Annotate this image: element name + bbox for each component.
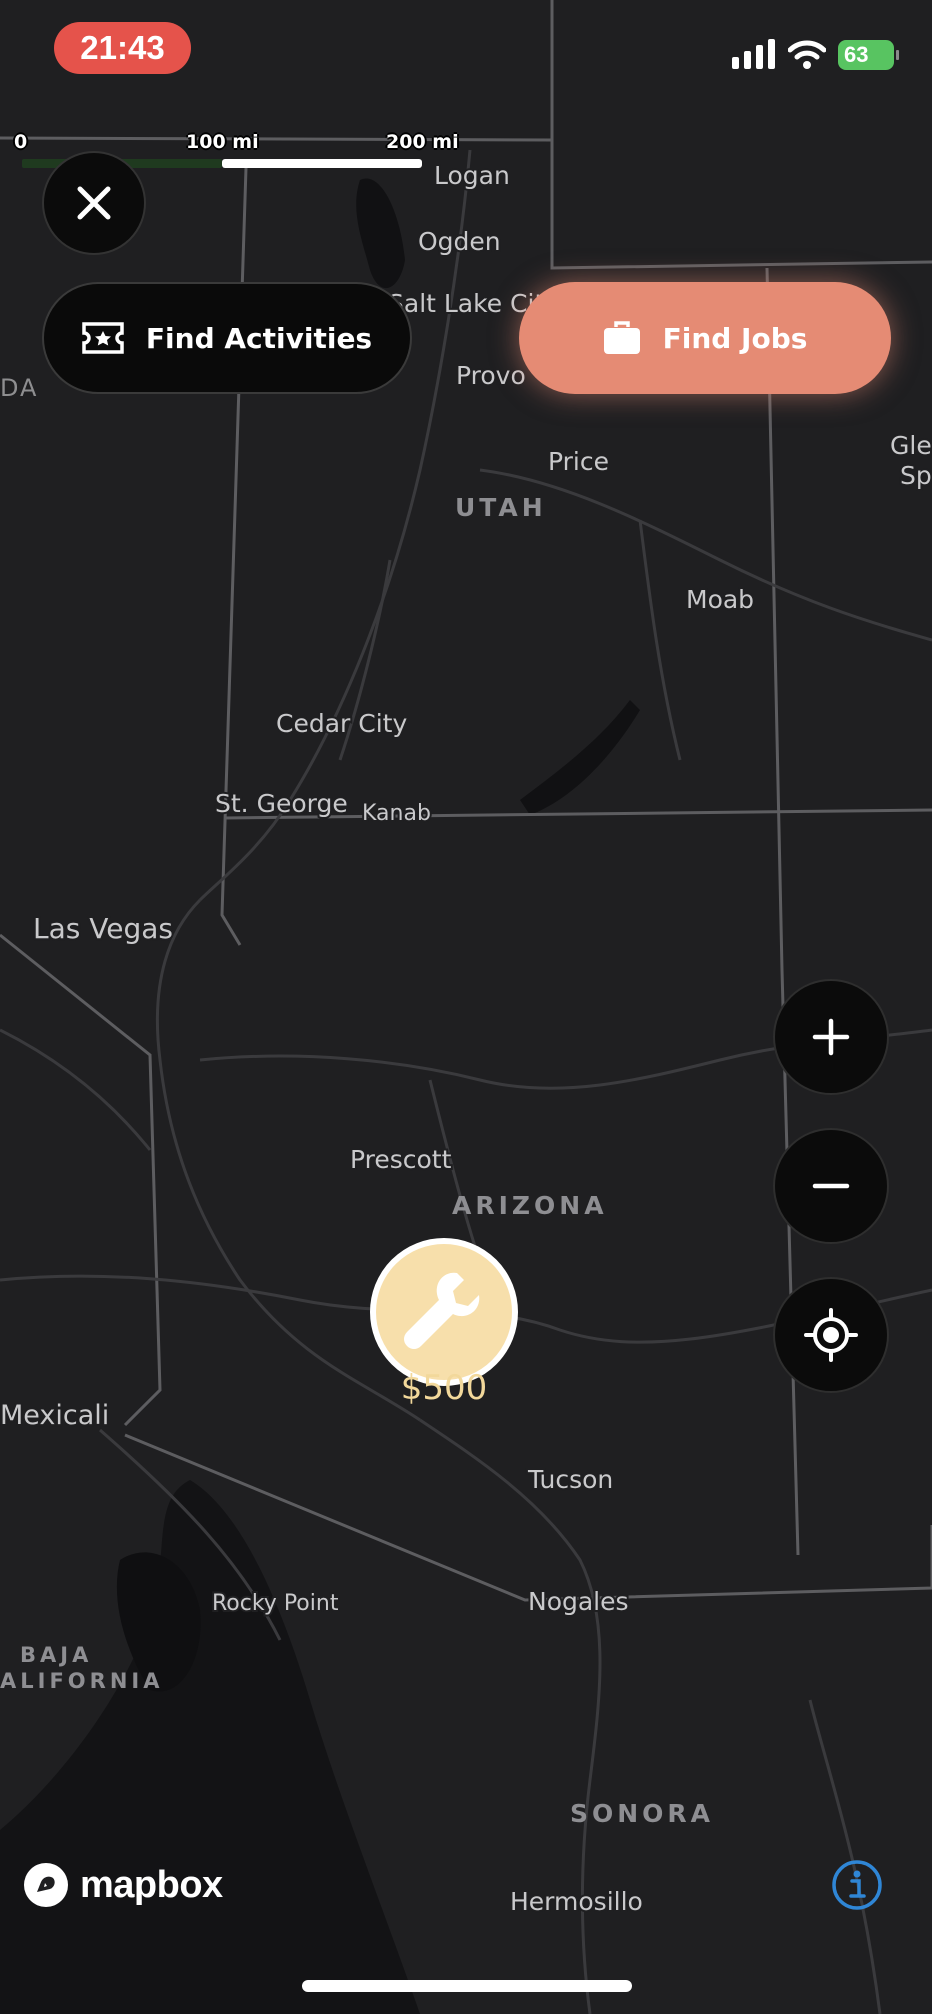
city-label: Price [548, 447, 609, 476]
mapbox-text: mapbox [80, 1863, 223, 1906]
city-label: Prescott [350, 1145, 452, 1174]
locate-me-button[interactable] [773, 1277, 889, 1393]
status-time: 21:43 [54, 22, 191, 74]
scale-label-0: 0 [14, 131, 28, 153]
region-label: BAJA [20, 1643, 92, 1667]
zoom-in-button[interactable] [773, 979, 889, 1095]
battery-icon: 63 [838, 40, 899, 70]
mapbox-logo-icon [24, 1863, 68, 1907]
wrench-icon [404, 1272, 480, 1349]
ticket-icon [82, 322, 124, 354]
city-label: DA [0, 374, 38, 402]
city-label: Kanab [362, 801, 431, 826]
city-label: Provo [456, 361, 526, 390]
close-icon [77, 186, 111, 220]
city-label: Las Vegas [33, 912, 173, 945]
status-icons: 63 [732, 36, 899, 74]
find-jobs-label: Find Jobs [662, 321, 808, 355]
briefcase-icon [603, 321, 640, 354]
scale-label-200: 200 mi [386, 131, 459, 153]
find-jobs-button[interactable]: Find Jobs [519, 282, 891, 394]
city-label: Logan [434, 161, 510, 190]
city-label: Nogales [528, 1587, 629, 1616]
mapbox-logo[interactable]: mapbox [22, 1860, 223, 1910]
city-label: Rocky Point [212, 1591, 339, 1616]
find-activities-button[interactable]: Find Activities [42, 282, 412, 394]
city-label: Moab [686, 585, 754, 614]
city-label: Cedar City [276, 709, 407, 738]
zoom-out-button[interactable] [773, 1128, 889, 1244]
minus-icon [812, 1183, 850, 1189]
city-label: Ogden [418, 227, 501, 256]
region-label: ARIZONA [452, 1191, 608, 1220]
city-label: Gle [890, 431, 932, 460]
find-activities-label: Find Activities [145, 321, 373, 355]
wifi-icon [788, 40, 826, 69]
battery-level: 63 [844, 42, 869, 67]
city-label: Tucson [527, 1465, 613, 1494]
job-price-label: $500 [400, 1368, 488, 1408]
region-label: SONORA [570, 1799, 714, 1828]
city-label: Sp [900, 461, 932, 490]
home-indicator[interactable] [302, 1980, 632, 1992]
scale-label-100: 100 mi [186, 131, 259, 153]
region-label: UTAH [455, 493, 547, 522]
plus-icon [812, 1018, 850, 1056]
crosshair-icon [804, 1308, 858, 1362]
region-label: ALIFORNIA [0, 1669, 163, 1693]
city-label: St. George [215, 789, 348, 818]
signal-icon [732, 39, 775, 69]
city-label: Mexicali [0, 1400, 109, 1431]
city-label: Hermosillo [510, 1887, 643, 1916]
info-icon[interactable] [830, 1858, 884, 1912]
job-marker[interactable] [370, 1238, 518, 1386]
close-button[interactable] [42, 151, 146, 255]
